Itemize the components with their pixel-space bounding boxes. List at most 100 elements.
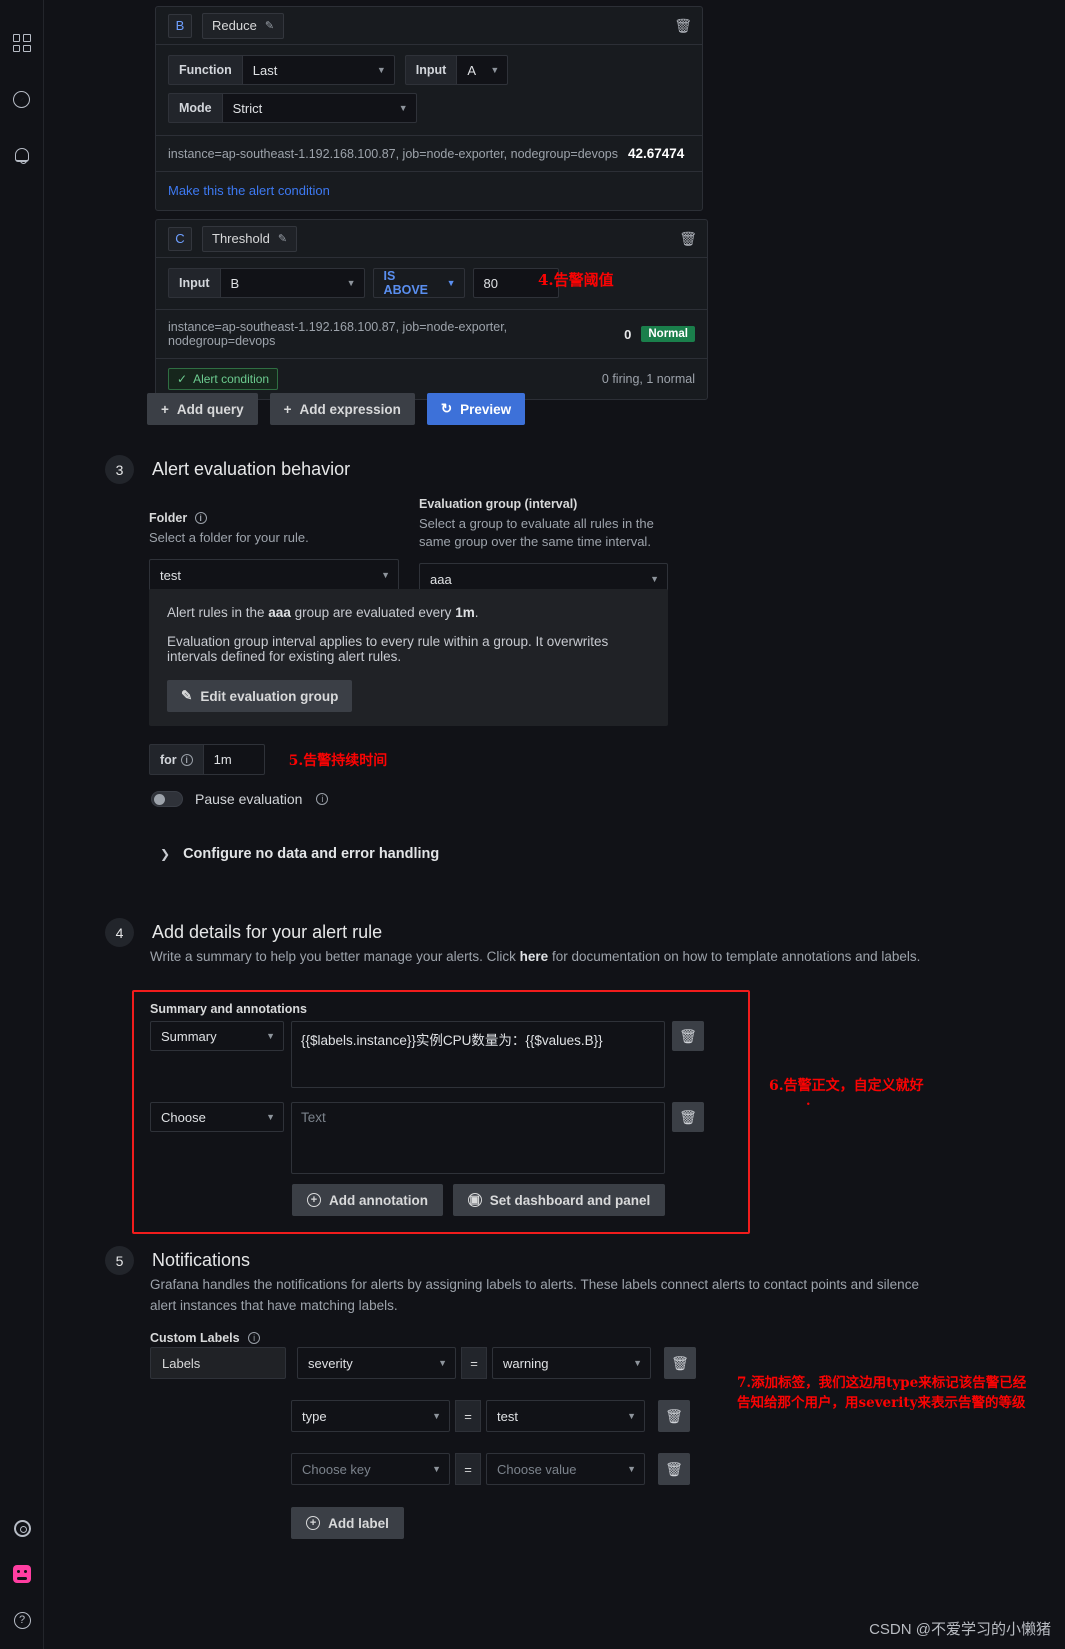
add-query-label: Add query bbox=[176, 401, 244, 417]
expression-name-text: Reduce bbox=[212, 18, 257, 33]
annotation-type-select[interactable]: Choose ▼ bbox=[150, 1102, 284, 1132]
summary-section-label: Summary and annotations bbox=[150, 1002, 307, 1016]
annotation-6-dot: . bbox=[806, 1094, 811, 1109]
gear-glyph bbox=[13, 1519, 31, 1537]
folder-select[interactable]: test ▼ bbox=[149, 559, 399, 592]
pause-evaluation-toggle[interactable] bbox=[151, 791, 183, 807]
add-annotation-label: Add annotation bbox=[329, 1192, 428, 1208]
label-value-select[interactable]: warning ▼ bbox=[492, 1347, 651, 1379]
label-value-text: test bbox=[497, 1408, 518, 1424]
label-key-select[interactable]: type ▼ bbox=[291, 1400, 450, 1432]
delete-annotation-button[interactable]: 🗑 bbox=[672, 1102, 704, 1132]
delete-expression-b-button[interactable]: 🗑 bbox=[674, 17, 692, 34]
info-icon[interactable]: i bbox=[194, 512, 207, 524]
pause-evaluation-row: Pause evaluation i bbox=[151, 791, 329, 807]
bell-glyph bbox=[14, 148, 29, 164]
add-annotation-button[interactable]: + Add annotation bbox=[292, 1184, 443, 1216]
folder-desc: Select a folder for your rule. bbox=[149, 530, 309, 545]
chevron-down-icon: ▼ bbox=[398, 103, 408, 113]
summary-type-value: Summary bbox=[161, 1028, 217, 1044]
reduce-function-row: Function Last ▼ Input A ▼ bbox=[168, 55, 690, 85]
function-select[interactable]: Last ▼ bbox=[241, 55, 395, 85]
edit-pencil-icon[interactable]: ✎ bbox=[278, 232, 287, 245]
info-icon[interactable]: i bbox=[248, 1332, 261, 1344]
status-badge-normal: Normal bbox=[641, 326, 695, 342]
add-query-button[interactable]: + Add query bbox=[147, 393, 258, 425]
label-value-select[interactable]: Choose value ▼ bbox=[486, 1453, 645, 1485]
preview-button[interactable]: ↻ Preview bbox=[426, 393, 526, 425]
step-5-description: Grafana handles the notifications for al… bbox=[150, 1277, 919, 1313]
configure-nodata-accordion[interactable]: ❯ Configure no data and error handling bbox=[160, 846, 439, 862]
label-key-value: severity bbox=[308, 1355, 353, 1371]
expression-ref-c: C bbox=[168, 226, 192, 251]
delete-label-button[interactable]: 🗑 bbox=[658, 1400, 690, 1432]
chevron-down-icon: ▼ bbox=[376, 65, 386, 75]
annotation-7-line1: 7.添加标签，我们这边用type来标记该告警已经 bbox=[737, 1375, 1027, 1391]
label-row: Choose key ▼ = Choose value ▼ 🗑 bbox=[291, 1453, 690, 1485]
plus-circle-icon: + bbox=[306, 1516, 321, 1530]
delete-expression-c-button[interactable]: 🗑 bbox=[679, 230, 697, 247]
chevron-down-icon: ▼ bbox=[490, 65, 500, 75]
info-icon[interactable]: i bbox=[180, 753, 193, 766]
compass-glyph bbox=[13, 90, 30, 108]
operator-select[interactable]: IS ABOVE ▼ bbox=[372, 268, 465, 298]
plugin-glyph bbox=[13, 1565, 31, 1583]
edit-evaluation-group-button[interactable]: ✎ Edit evaluation group bbox=[167, 680, 353, 712]
step4-desc-post: for documentation on how to template ann… bbox=[548, 949, 921, 964]
chevron-down-icon: ▼ bbox=[446, 278, 456, 288]
info-interval-value: 1m bbox=[455, 605, 475, 620]
docs-here-link[interactable]: here bbox=[520, 949, 549, 964]
expression-name-reduce[interactable]: Reduce ✎ bbox=[202, 12, 285, 39]
step-3-title: Alert evaluation behavior bbox=[152, 459, 351, 479]
annotation-text-placeholder: Text bbox=[301, 1110, 326, 1125]
expression-header-b: B Reduce ✎ 🗑 bbox=[156, 7, 702, 45]
input-select-c[interactable]: B ▼ bbox=[219, 268, 365, 298]
input-label-c: Input bbox=[168, 268, 220, 298]
step-3-header: 3 Alert evaluation behavior bbox=[105, 455, 350, 484]
explore-icon[interactable] bbox=[0, 76, 44, 122]
gear-icon[interactable] bbox=[0, 1505, 44, 1551]
make-alert-condition-link[interactable]: Make this the alert condition bbox=[168, 183, 330, 198]
folder-field: Folder i Select a folder for your rule. … bbox=[149, 511, 399, 592]
edit-pencil-icon[interactable]: ✎ bbox=[265, 19, 274, 32]
input-select-b[interactable]: A ▼ bbox=[456, 55, 509, 85]
edit-evaluation-group-label: Edit evaluation group bbox=[200, 688, 339, 704]
folder-label-row: Folder i bbox=[149, 511, 399, 525]
set-dashboard-panel-button[interactable]: ▣ Set dashboard and panel bbox=[453, 1184, 665, 1216]
dashboards-icon[interactable] bbox=[0, 20, 44, 66]
expression-card-threshold: C Threshold ✎ 🗑 Input B ▼ IS ABOVE ▼ 80 bbox=[155, 219, 708, 400]
help-icon[interactable]: ? bbox=[0, 1597, 44, 1643]
annotation-text-textarea[interactable]: Text bbox=[291, 1102, 665, 1174]
info-group-name: aaa bbox=[268, 605, 291, 620]
chevron-down-icon: ▼ bbox=[633, 1358, 642, 1368]
plugin-icon[interactable] bbox=[0, 1551, 44, 1597]
add-expression-button[interactable]: + Add expression bbox=[269, 393, 415, 425]
reduce-result-value: 42.67474 bbox=[628, 146, 685, 161]
configure-nodata-label: Configure no data and error handling bbox=[183, 846, 440, 862]
delete-label-button[interactable]: 🗑 bbox=[658, 1453, 690, 1485]
mode-select[interactable]: Strict ▼ bbox=[221, 93, 417, 123]
for-duration-input[interactable]: 1m bbox=[202, 744, 265, 775]
expression-name-threshold[interactable]: Threshold ✎ bbox=[202, 225, 298, 252]
step-4-description: Write a summary to help you better manag… bbox=[150, 947, 940, 968]
equals-sign: = bbox=[461, 1347, 487, 1379]
alerting-bell-icon[interactable] bbox=[0, 132, 44, 178]
label-value-select[interactable]: test ▼ bbox=[486, 1400, 645, 1432]
info-icon[interactable]: i bbox=[316, 793, 329, 805]
summary-textarea[interactable]: {{$labels.instance}}实例CPU数量为：{{$values.B… bbox=[291, 1021, 665, 1088]
add-expression-label: Add expression bbox=[299, 401, 401, 417]
group-desc: Select a group to evaluate all rules in … bbox=[419, 516, 654, 550]
step-4-number: 4 bbox=[105, 918, 134, 947]
reduce-result-series: instance=ap-southeast-1.192.168.100.87, … bbox=[168, 146, 618, 161]
annotation-type-value: Choose bbox=[161, 1109, 206, 1125]
annotation-6-summary: 6.告警正文，自定义就好 bbox=[769, 1078, 924, 1094]
delete-label-button[interactable]: 🗑 bbox=[664, 1347, 696, 1379]
label-key-select[interactable]: severity ▼ bbox=[297, 1347, 456, 1379]
step-5-header: 5 Notifications bbox=[105, 1246, 250, 1275]
delete-summary-annotation-button[interactable]: 🗑 bbox=[672, 1021, 704, 1051]
add-label-button[interactable]: + Add label bbox=[291, 1507, 404, 1539]
threshold-result-series: instance=ap-southeast-1.192.168.100.87, … bbox=[168, 320, 508, 348]
label-key-select[interactable]: Choose key ▼ bbox=[291, 1453, 450, 1485]
summary-type-select[interactable]: Summary ▼ bbox=[150, 1021, 284, 1051]
info-line1-post: . bbox=[474, 605, 479, 620]
